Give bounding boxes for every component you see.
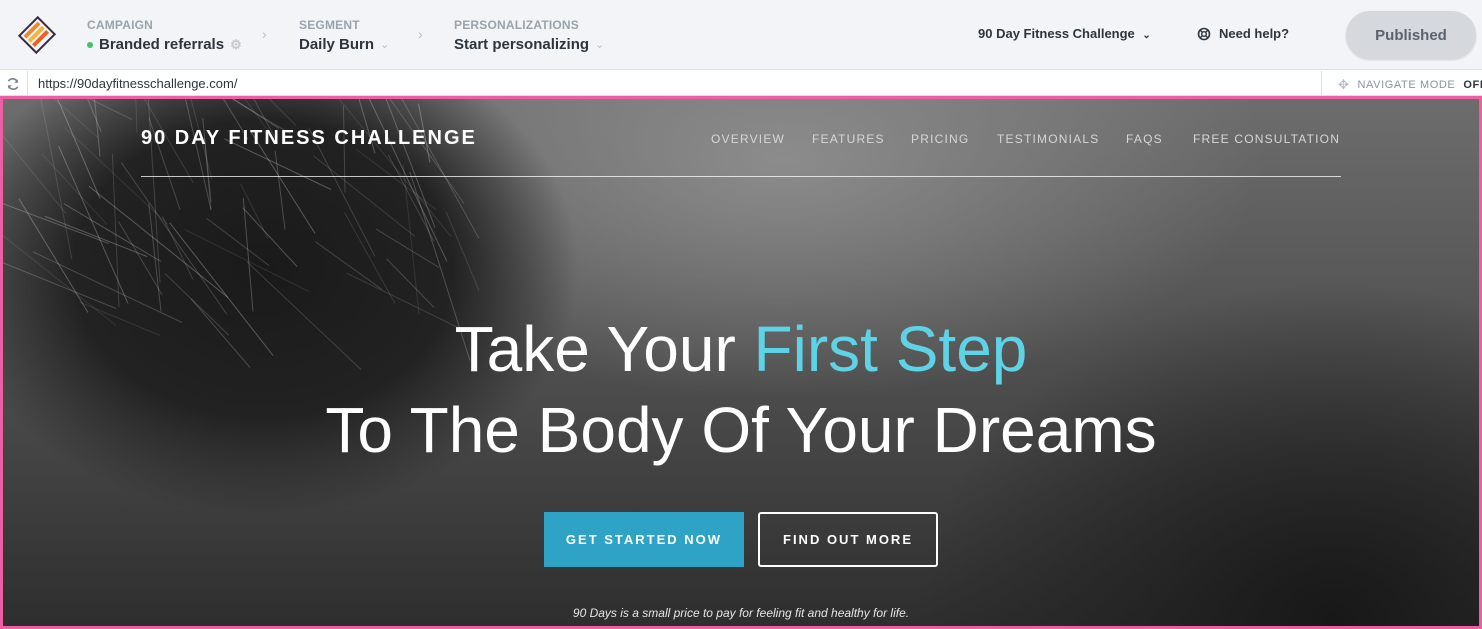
hair-strand [242, 197, 254, 312]
nav-overview[interactable]: OVERVIEW [711, 132, 785, 146]
hair-strand [121, 162, 228, 315]
hero-headline-line2: To The Body Of Your Dreams [325, 394, 1157, 466]
divider [27, 71, 28, 96]
url-field[interactable]: https://90dayfitnesschallenge.com/ [38, 76, 237, 91]
segment-crumb[interactable]: SEGMENT Daily Burn ⌄ [299, 18, 389, 53]
campaign-crumb[interactable]: CAMPAIGN Branded referrals ⚙ [87, 18, 242, 53]
site-selector[interactable]: 90 Day Fitness Challenge ⌄ [978, 26, 1151, 41]
personalizations-crumb[interactable]: PERSONALIZATIONS Start personalizing ⌄ [454, 18, 604, 53]
hero-tagline: 90 Days is a small price to pay for feel… [572, 606, 910, 620]
chevron-right-icon: › [262, 26, 267, 42]
nav-free-consultation[interactable]: FREE CONSULTATION [1193, 132, 1340, 146]
nav-testimonials[interactable]: TESTIMONIALS [997, 132, 1099, 146]
personalizations-value: Start personalizing [454, 36, 590, 53]
chevron-down-icon: ⌄ [380, 39, 390, 51]
hair-strand [216, 99, 297, 127]
personalizations-label: PERSONALIZATIONS [454, 18, 579, 32]
hair-strand [41, 154, 108, 226]
nav-features[interactable]: FEATURES [812, 132, 885, 146]
help-link[interactable]: Need help? [1197, 26, 1289, 41]
navigate-mode-state: OFF [1463, 79, 1482, 91]
url-bar: https://90dayfitnesschallenge.com/ ✥ NAV… [0, 71, 1482, 96]
campaign-label: CAMPAIGN [87, 18, 154, 32]
hair-strand [242, 207, 298, 268]
status-dot-icon [87, 41, 93, 48]
app-logo-icon[interactable] [16, 14, 58, 56]
hair-strand [343, 212, 396, 304]
site-preview-frame[interactable]: 90 DAY FITNESS CHALLENGE OVERVIEW FEATUR… [0, 96, 1482, 629]
app-top-bar: CAMPAIGN Branded referrals ⚙ › SEGMENT D… [0, 0, 1482, 70]
hair-strand [3, 99, 67, 214]
help-label: Need help? [1219, 26, 1290, 41]
segment-name: Daily Burn [299, 36, 375, 53]
site-selector-label: 90 Day Fitness Challenge [978, 26, 1135, 41]
refresh-icon[interactable] [5, 76, 21, 92]
hair-strand [274, 150, 286, 230]
segment-label: SEGMENT [299, 18, 360, 32]
chevron-down-icon: ⌄ [595, 39, 605, 51]
gear-icon[interactable]: ⚙ [230, 37, 242, 53]
crosshair-icon: ✥ [1338, 77, 1350, 92]
headline-accent: First Step [753, 313, 1028, 385]
divider [1321, 71, 1322, 96]
nav-divider [141, 176, 1341, 177]
lifebuoy-icon [1197, 27, 1211, 40]
find-out-more-button[interactable]: FIND OUT MORE [758, 512, 938, 567]
navigate-mode-label: NAVIGATE MODE [1357, 79, 1456, 91]
published-button[interactable]: Published [1346, 11, 1476, 59]
hair-strand [315, 241, 383, 290]
hair-strand [128, 99, 138, 133]
headline-text: Take Your [454, 313, 754, 385]
nav-pricing[interactable]: PRICING [911, 132, 969, 146]
hair-strand [445, 212, 480, 291]
nav-faqs[interactable]: FAQS [1126, 132, 1163, 146]
get-started-button[interactable]: GET STARTED NOW [544, 512, 744, 567]
hero-section: 90 DAY FITNESS CHALLENGE OVERVIEW FEATUR… [3, 99, 1479, 626]
navigate-mode-toggle[interactable]: ✥ NAVIGATE MODE OFF [1338, 77, 1482, 93]
hero-headline-line1: Take Your First Step [3, 317, 1479, 381]
site-brand[interactable]: 90 DAY FITNESS CHALLENGE [141, 127, 477, 150]
campaign-name: Branded referrals [99, 36, 225, 53]
chevron-right-icon: › [418, 26, 423, 42]
chevron-down-icon: ⌄ [1142, 30, 1151, 41]
